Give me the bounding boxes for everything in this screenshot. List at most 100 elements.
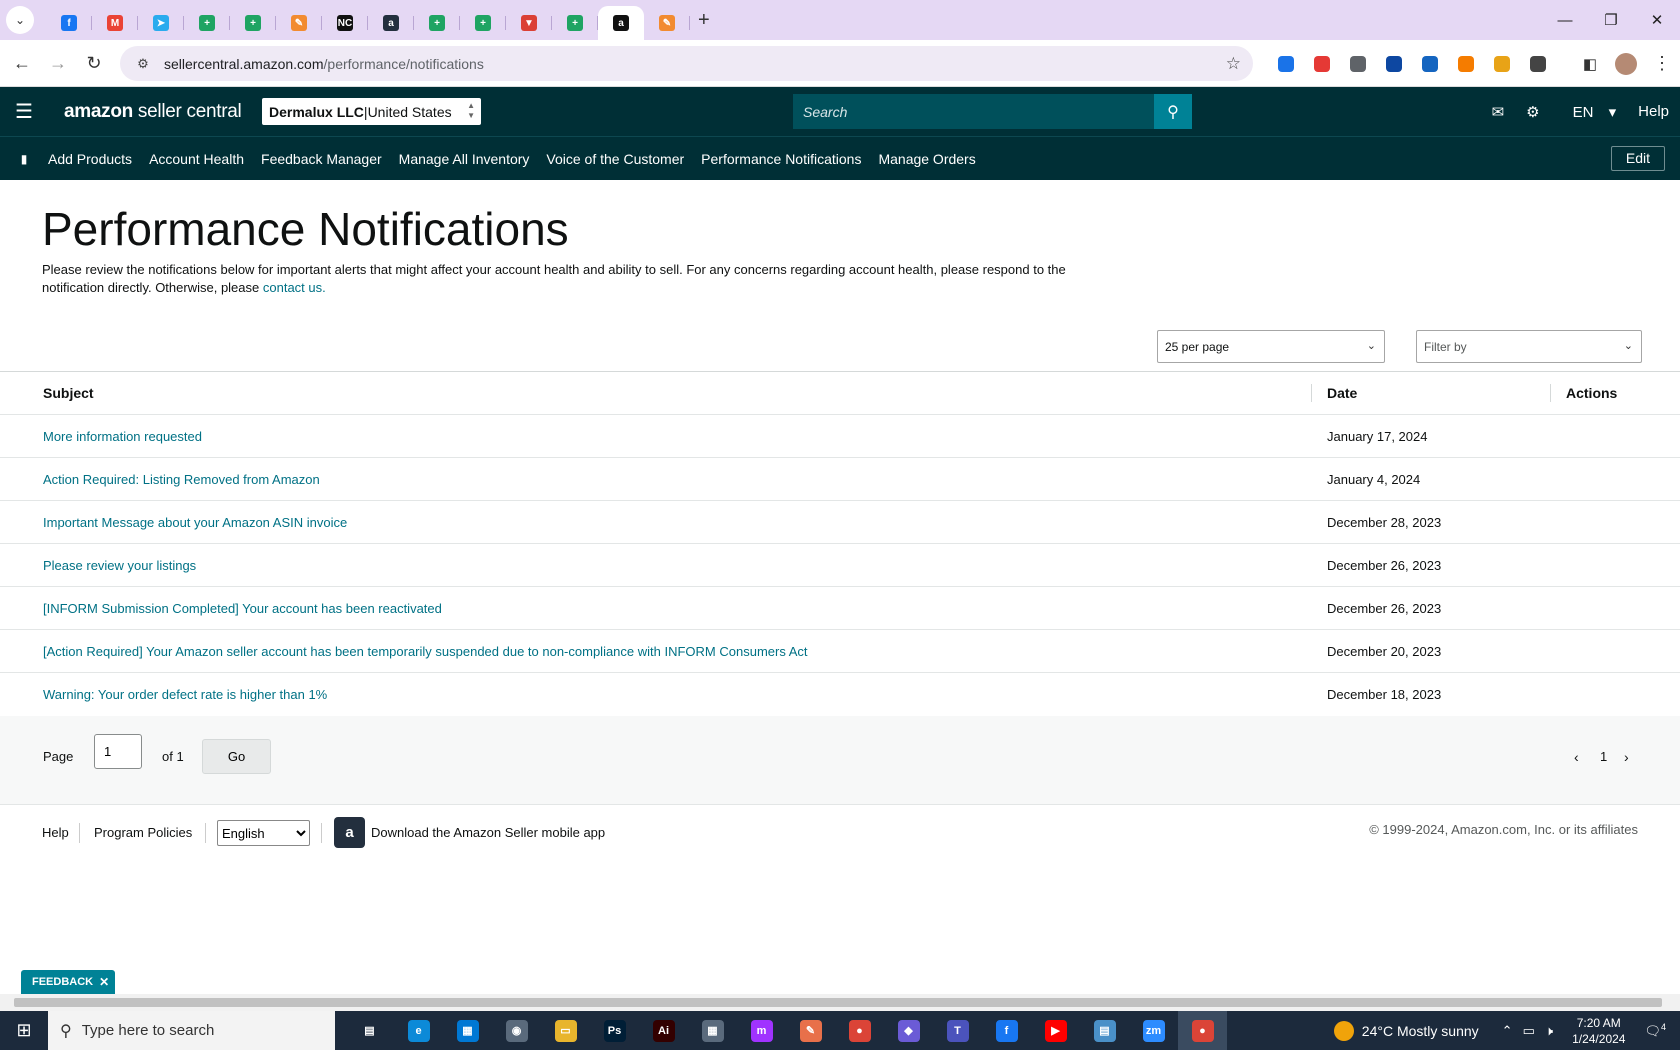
edit-bookmarks-button[interactable]: Edit	[1610, 146, 1665, 171]
extension-3-button[interactable]	[1340, 55, 1376, 72]
taskbar-photoshop-button[interactable]: Ps	[590, 1011, 639, 1050]
nav-item-add-products[interactable]: Add Products	[48, 151, 132, 167]
restore-button[interactable]: ❐	[1588, 0, 1634, 40]
extension-6-button[interactable]	[1448, 55, 1484, 72]
nav-item-manage-all-inventory[interactable]: Manage All Inventory	[399, 151, 530, 167]
clock[interactable]: 7:20 AM 1/24/2024	[1572, 1015, 1625, 1047]
taskbar-file-explorer-button[interactable]: ▭	[541, 1011, 590, 1050]
browser-tab-amazon-active[interactable]: a	[598, 6, 644, 40]
page-number-input[interactable]	[94, 734, 142, 769]
search-button[interactable]: ⚲	[1154, 94, 1192, 129]
taskbar-illustrator-button[interactable]: Ai	[639, 1011, 688, 1050]
extension-5-button[interactable]	[1412, 55, 1448, 72]
extension-7-button[interactable]	[1484, 55, 1520, 72]
address-bar[interactable]: ⚙ sellercentral.amazon.com/performance/n…	[120, 46, 1253, 81]
contact-us-link[interactable]: contact us.	[263, 280, 326, 295]
search-input[interactable]	[793, 94, 1154, 129]
go-button[interactable]: Go	[202, 739, 271, 774]
new-tab-button[interactable]: +	[698, 9, 710, 32]
notification-subject-link[interactable]: More information requested	[43, 429, 202, 444]
nav-item-feedback-manager[interactable]: Feedback Manager	[261, 151, 382, 167]
language-selector[interactable]: EN ▾	[1562, 103, 1617, 121]
browser-tab-sheets-5[interactable]: +	[552, 6, 598, 40]
taskbar-pen-app-button[interactable]: ✎	[786, 1011, 835, 1050]
browser-tab-app-pencil-2[interactable]: ✎	[644, 6, 690, 40]
program-policies-link[interactable]: Program Policies	[94, 825, 192, 840]
taskbar-notepad-button[interactable]: ▤	[1080, 1011, 1129, 1050]
browser-tab-todoist[interactable]: ▼	[506, 6, 552, 40]
per-page-dropdown[interactable]: 25 per page ⌄	[1157, 330, 1385, 363]
chevron-up-icon[interactable]: ⌃	[1502, 1023, 1513, 1039]
notification-subject-link[interactable]: Important Message about your Amazon ASIN…	[43, 515, 347, 530]
close-icon[interactable]: ✕	[99, 975, 109, 989]
browser-tab-sheets-4[interactable]: +	[460, 6, 506, 40]
taskbar-camera-button[interactable]: ◉	[492, 1011, 541, 1050]
browser-tab-app-pencil-1[interactable]: ✎	[276, 6, 322, 40]
network-icon[interactable]: ▭	[1523, 1023, 1535, 1039]
footer-language-select[interactable]: English	[217, 820, 310, 846]
taskbar-chrome-active-button[interactable]: ●	[1178, 1011, 1227, 1050]
taskbar-facebook-button[interactable]: f	[982, 1011, 1031, 1050]
account-switcher[interactable]: Dermalux LLC | United States ▲ ▼	[262, 98, 481, 125]
minimize-button[interactable]: —	[1542, 0, 1588, 40]
help-link[interactable]: Help	[1638, 103, 1669, 120]
browser-tab-facebook[interactable]: f	[46, 6, 92, 40]
taskbar-zoom-button[interactable]: zm	[1129, 1011, 1178, 1050]
taskbar-teams-button[interactable]: T	[933, 1011, 982, 1050]
browser-tab-telegram[interactable]: ➤	[138, 6, 184, 40]
back-button[interactable]: ←	[4, 45, 40, 81]
extension-4-button[interactable]	[1376, 55, 1412, 72]
taskbar-diamond-app-button[interactable]: ◆	[884, 1011, 933, 1050]
url-text[interactable]: sellercentral.amazon.com/performance/not…	[164, 56, 484, 72]
download-app-link[interactable]: Download the Amazon Seller mobile app	[371, 825, 605, 840]
nav-item-voice-of-the-customer[interactable]: Voice of the Customer	[546, 151, 684, 167]
previous-page-icon[interactable]: ‹	[1574, 749, 1579, 765]
notification-subject-link[interactable]: Warning: Your order defect rate is highe…	[43, 687, 327, 702]
notification-subject-link[interactable]: Please review your listings	[43, 558, 196, 573]
browser-tab-sheets-2[interactable]: +	[230, 6, 276, 40]
taskbar-chrome-button[interactable]: ●	[835, 1011, 884, 1050]
tab-search-button[interactable]: ⌄	[6, 6, 34, 34]
taskbar-calculator-button[interactable]: ▦	[688, 1011, 737, 1050]
notification-subject-link[interactable]: [INFORM Submission Completed] Your accou…	[43, 601, 442, 616]
side-panel-icon[interactable]: ◧	[1572, 46, 1608, 82]
taskbar-edge-button[interactable]: e	[394, 1011, 443, 1050]
footer-help-link[interactable]: Help	[42, 825, 69, 840]
seller-central-logo[interactable]: amazon seller central	[64, 101, 242, 123]
browser-menu-icon[interactable]: ⋮	[1644, 46, 1680, 82]
windows-start-icon[interactable]: ⊞	[0, 1020, 48, 1041]
current-page-number[interactable]: 1	[1600, 749, 1607, 764]
extension-8-button[interactable]	[1520, 55, 1556, 72]
close-window-button[interactable]: ✕	[1634, 0, 1680, 40]
extension-1-button[interactable]	[1268, 55, 1304, 72]
hamburger-menu-icon[interactable]: ☰	[0, 99, 48, 124]
browser-tab-gmail[interactable]: M	[92, 6, 138, 40]
browser-tab-sheets-1[interactable]: +	[184, 6, 230, 40]
mail-icon[interactable]: ✉	[1492, 103, 1505, 121]
notification-subject-link[interactable]: Action Required: Listing Removed from Am…	[43, 472, 320, 487]
date-header[interactable]: Date	[1327, 385, 1357, 401]
taskbar-youtube-button[interactable]: ▶	[1031, 1011, 1080, 1050]
browser-tab-amazon-1[interactable]: a	[368, 6, 414, 40]
horizontal-scrollbar[interactable]	[0, 994, 1680, 1011]
subject-header[interactable]: Subject	[43, 385, 94, 401]
gear-icon[interactable]: ⚙	[1526, 103, 1539, 121]
volume-icon[interactable]: 🕨	[1545, 1023, 1553, 1039]
profile-avatar[interactable]	[1608, 46, 1644, 82]
notification-subject-link[interactable]: [Action Required] Your Amazon seller acc…	[43, 644, 808, 659]
site-info-icon[interactable]: ⚙	[128, 56, 158, 72]
taskbar-task-view-button[interactable]: ▤	[345, 1011, 394, 1050]
feedback-button[interactable]: FEEDBACK ✕	[21, 970, 116, 994]
weather-widget[interactable]: 24°C Mostly sunny	[1333, 1020, 1479, 1041]
browser-tab-sheets-3[interactable]: +	[414, 6, 460, 40]
nav-item-account-health[interactable]: Account Health	[149, 151, 244, 167]
scrollbar-thumb[interactable]	[14, 998, 1662, 1007]
nav-item-manage-orders[interactable]: Manage Orders	[878, 151, 975, 167]
bookmark-star-icon[interactable]: ☆	[1226, 54, 1241, 74]
nav-item-performance-notifications[interactable]: Performance Notifications	[701, 151, 861, 167]
notifications-icon[interactable]: 🗨4	[1644, 1022, 1666, 1039]
taskbar-search[interactable]: ⚲ Type here to search	[48, 1011, 335, 1050]
taskbar-store-button[interactable]: ▦	[443, 1011, 492, 1050]
forward-button[interactable]: →	[40, 45, 76, 81]
taskbar-messenger-button[interactable]: m	[737, 1011, 786, 1050]
